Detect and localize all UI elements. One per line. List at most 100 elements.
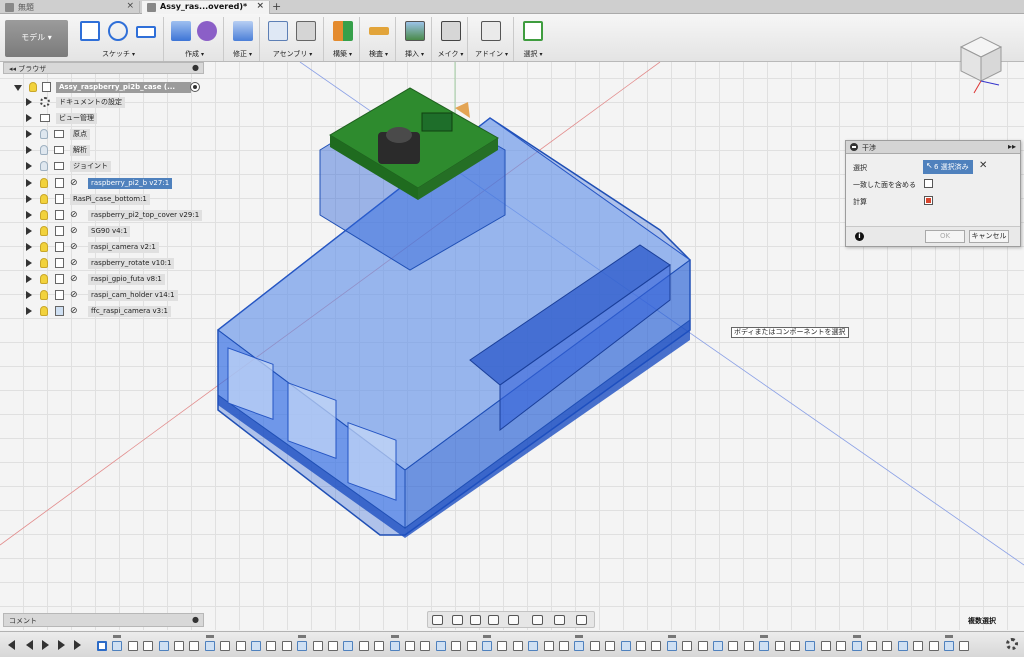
timeline-feature-icon[interactable] [451, 641, 462, 651]
add-tab-icon[interactable]: + [272, 0, 281, 13]
timeline-feature-icon[interactable] [297, 641, 308, 651]
info-icon[interactable]: i [855, 232, 864, 241]
tree-node-raspberry-rotate[interactable]: ⊘ raspberry_rotate v10:1 [24, 257, 204, 271]
expand-icon[interactable] [26, 227, 32, 235]
go-to-end-icon[interactable] [74, 640, 81, 650]
clear-selection-icon[interactable]: ✕ [979, 160, 987, 171]
timeline-feature-icon[interactable] [143, 641, 154, 651]
timeline-feature-icon[interactable] [959, 641, 970, 651]
timeline-feature-icon[interactable] [651, 641, 662, 651]
workspace-mode-button[interactable]: モデル ▾ [5, 20, 68, 57]
addins-group[interactable]: アドイン [470, 17, 514, 61]
selection-chip[interactable]: 6 選択済み [923, 160, 973, 174]
joint-icon[interactable] [296, 21, 316, 41]
tree-node-document-settings[interactable]: ドキュメントの設定 [24, 96, 204, 110]
select-group[interactable]: 選択 [516, 17, 550, 61]
timeline-feature-icon[interactable] [512, 641, 523, 651]
expand-icon[interactable] [26, 179, 32, 187]
timeline-feature-icon[interactable] [774, 641, 785, 651]
visibility-bulb-icon[interactable] [40, 161, 48, 171]
tree-node-gpio-futa[interactable]: ⊘ raspi_gpio_futa v8:1 [24, 273, 204, 287]
visibility-bulb-icon[interactable] [40, 274, 48, 284]
plane-icon[interactable] [333, 21, 353, 41]
timeline-feature-icon[interactable] [189, 641, 200, 651]
timeline-feature-icon[interactable] [97, 641, 107, 651]
visibility-bulb-icon[interactable] [40, 258, 48, 268]
panel-toggle-icon[interactable]: ● [192, 615, 199, 624]
visibility-bulb-icon[interactable] [40, 194, 48, 204]
expand-icon[interactable] [26, 211, 32, 219]
timeline-feature-icon[interactable] [743, 641, 754, 651]
assemble-group[interactable]: アセンブリ [262, 17, 324, 61]
tree-node-sg90[interactable]: ⊘ SG90 v4:1 [24, 225, 204, 239]
timeline-feature-icon[interactable] [158, 641, 169, 651]
visibility-bulb-icon[interactable] [40, 306, 48, 316]
timeline-feature-icon[interactable] [897, 641, 908, 651]
timeline-feature-icon[interactable] [497, 641, 508, 651]
expand-icon[interactable] [26, 114, 32, 122]
timeline-feature-icon[interactable] [343, 641, 354, 651]
tree-node-raspi-camera[interactable]: ⊘ raspi_camera v2:1 [24, 241, 204, 255]
timeline-feature-icon[interactable] [281, 641, 292, 651]
comments-panel[interactable]: コメント ● [3, 613, 204, 627]
tree-node-joints[interactable]: ジョイント [24, 160, 204, 174]
step-back-icon[interactable] [26, 640, 33, 650]
timeline-feature-icon[interactable] [805, 641, 816, 651]
visibility-bulb-icon[interactable] [40, 129, 48, 139]
timeline-feature-icon[interactable] [251, 641, 261, 651]
timeline-feature-icon[interactable] [882, 641, 893, 651]
expand-dialog-icon[interactable]: ▸▸ [1008, 142, 1016, 151]
timeline-feature-icon[interactable] [851, 641, 862, 651]
inspect-group[interactable]: 検査 [362, 17, 396, 61]
create-group[interactable]: 作成 [166, 17, 224, 61]
expand-icon[interactable] [26, 291, 32, 299]
select-cursor-icon[interactable] [523, 21, 543, 41]
rectangle-icon[interactable] [136, 26, 156, 38]
timeline-feature-icon[interactable] [543, 641, 554, 651]
insert-image-icon[interactable] [405, 21, 425, 41]
timeline-feature-icon[interactable] [466, 641, 477, 651]
look-at-icon[interactable] [452, 615, 463, 625]
expand-icon[interactable] [26, 195, 32, 203]
timeline-feature-icon[interactable] [328, 641, 338, 651]
pan-icon[interactable] [470, 615, 481, 625]
timeline-feature-icon[interactable] [358, 641, 369, 651]
timeline-feature-icon[interactable] [204, 641, 215, 651]
timeline-feature-icon[interactable] [913, 641, 924, 651]
viewports-icon[interactable] [576, 615, 587, 625]
include-faces-checkbox[interactable] [924, 179, 933, 188]
tab-untitled[interactable]: 無題 × [0, 1, 140, 14]
timeline-feature-icon[interactable] [174, 641, 184, 651]
visibility-bulb-icon[interactable] [40, 242, 48, 252]
timeline-feature-icon[interactable] [405, 641, 415, 651]
tree-node-raspberry-pi2-b[interactable]: ⊘ raspberry_pi2_b v27:1 [24, 177, 204, 191]
panel-toggle-icon[interactable]: ● [192, 63, 199, 72]
timeline-feature-icon[interactable] [605, 641, 616, 651]
timeline-feature-icon[interactable] [836, 641, 847, 651]
new-component-icon[interactable] [268, 21, 288, 41]
timeline-feature-icon[interactable] [682, 641, 693, 651]
grid-settings-icon[interactable] [554, 615, 565, 625]
timeline-feature-icon[interactable] [620, 641, 631, 651]
play-icon[interactable] [42, 640, 49, 650]
timeline-feature-icon[interactable] [112, 641, 123, 651]
timeline-feature-icon[interactable] [559, 641, 569, 651]
timeline-feature-icon[interactable] [574, 641, 585, 651]
measure-icon[interactable] [369, 27, 389, 35]
timeline-feature-icon[interactable] [420, 641, 431, 651]
expand-icon[interactable] [14, 85, 22, 91]
cancel-button[interactable]: キャンセル [969, 230, 1009, 243]
timeline-feature-icon[interactable] [312, 641, 323, 651]
browser-panel-header[interactable]: ◂◂ ブラウザ ● [3, 62, 204, 74]
timeline-feature-icon[interactable] [728, 641, 739, 651]
step-forward-icon[interactable] [58, 640, 65, 650]
visibility-bulb-icon[interactable] [40, 210, 48, 220]
timeline-feature-icon[interactable] [389, 641, 400, 651]
tree-node-cam-holder[interactable]: ⊘ raspi_cam_holder v14:1 [24, 289, 204, 303]
orbit-icon[interactable] [432, 615, 443, 625]
expand-icon[interactable] [26, 275, 32, 283]
compute-button[interactable] [924, 196, 933, 205]
timeline-feature-icon[interactable] [867, 641, 877, 651]
visibility-bulb-icon[interactable] [40, 178, 48, 188]
tree-node-ffc-camera[interactable]: ⊘ ffc_raspi_camera v3:1 [24, 305, 204, 319]
